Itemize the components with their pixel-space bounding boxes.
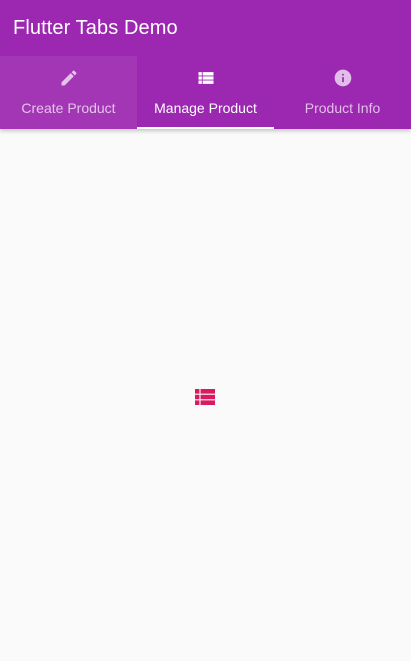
app-title: Flutter Tabs Demo [13, 16, 178, 39]
toolbar: Flutter Tabs Demo [0, 0, 411, 56]
info-icon [334, 69, 351, 87]
tab-bar: Create Product Manage Product Product In… [0, 56, 411, 129]
app-bar: Flutter Tabs Demo Create Product Manage … [0, 0, 411, 129]
tab-label-manage-product: Manage Product [154, 100, 257, 116]
edit-pencil-icon [61, 70, 77, 86]
list-icon [198, 72, 213, 84]
tab-label-product-info: Product Info [304, 100, 381, 116]
tab-product-info[interactable]: Product Info [274, 56, 411, 129]
tab-manage-product[interactable]: Manage Product [137, 56, 274, 129]
list-icon [195, 389, 215, 405]
tab-label-create-product: Create Product [21, 100, 116, 116]
app-screen: Flutter Tabs Demo Create Product Manage … [0, 0, 411, 661]
tab-create-product[interactable]: Create Product [0, 56, 137, 129]
tab-content-manage-product [0, 129, 411, 661]
tab-indicator [137, 127, 274, 129]
